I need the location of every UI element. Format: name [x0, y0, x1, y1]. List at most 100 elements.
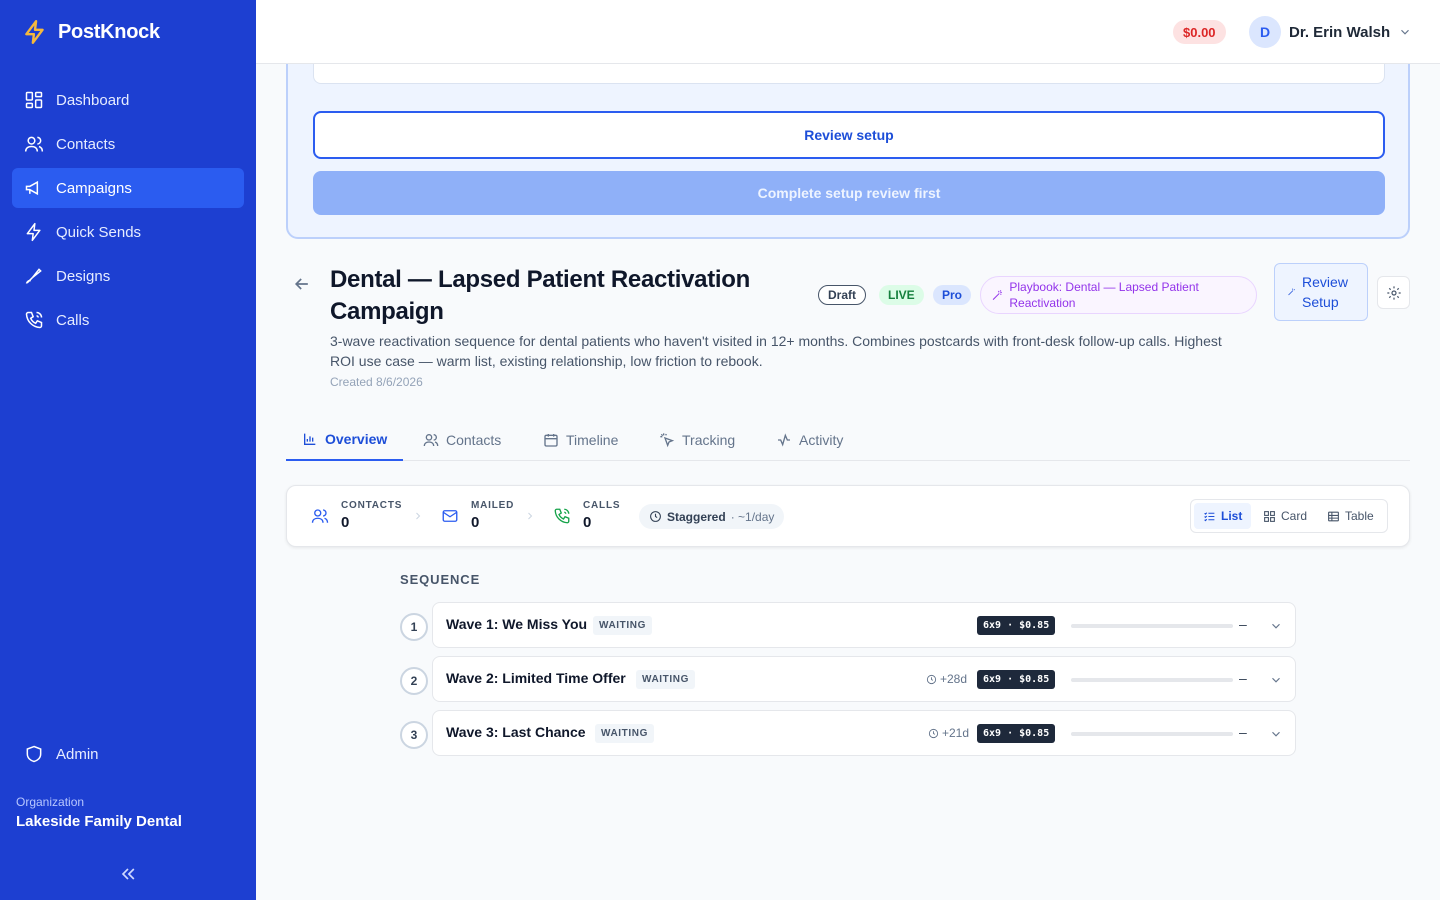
page-title: Dental — Lapsed Patient Reactivation Cam… [330, 266, 750, 325]
view-label: Table [1345, 509, 1374, 523]
campaign-description: 3-wave reactivation sequence for dental … [330, 333, 1222, 369]
settings-button[interactable] [1377, 276, 1410, 309]
collapse-sidebar-icon[interactable] [118, 864, 138, 884]
wave-status-badge: WAITING [595, 724, 654, 743]
pacing-badge[interactable]: Staggered · ~1/day [639, 504, 785, 529]
view-toggle: List Card Table [1190, 499, 1388, 533]
view-label: Card [1281, 509, 1308, 523]
sidebar-item-label: Dashboard [56, 91, 130, 109]
wave-number: 1 [400, 613, 428, 641]
stats-bar: CONTACTS 0 MAILED 0 CALLS 0 Staggered · … [286, 485, 1410, 547]
setup-review-panel: Review setup Complete setup review first [286, 64, 1410, 239]
view-card-button[interactable]: Card [1254, 503, 1316, 529]
wave-progress-bar [1071, 624, 1233, 628]
phone-icon [554, 508, 570, 523]
wave-title: Wave 2: Limited Time Offer [446, 670, 626, 686]
chevron-down-icon [1401, 29, 1410, 35]
status-badge-live: LIVE [879, 285, 924, 305]
review-setup-label: Review Setup [1302, 274, 1348, 310]
sidebar-item-admin[interactable]: Admin [12, 734, 244, 774]
stat-mailed: MAILED 0 [441, 500, 514, 531]
sidebar-item-dashboard[interactable]: Dashboard [12, 80, 244, 120]
brand-name: PostKnock [58, 20, 160, 43]
magic-wand-icon [992, 289, 1002, 300]
stat-value: 0 [341, 514, 350, 531]
clock-icon [650, 511, 661, 522]
palette-icon [25, 268, 42, 284]
sidebar-item-label: Designs [56, 267, 111, 285]
tab-label: Contacts [446, 432, 502, 448]
phone-icon [25, 311, 43, 329]
chevron-down-icon[interactable] [1269, 727, 1283, 741]
bar-chart-icon [304, 433, 316, 445]
sidebar: PostKnock Dashboard Contacts Campaigns Q… [0, 0, 256, 900]
brand-logo[interactable]: PostKnock [22, 18, 160, 46]
wave-count: – [1239, 616, 1247, 632]
launch-disabled-button[interactable]: Complete setup review first [313, 171, 1385, 215]
chevron-down-icon[interactable] [1269, 673, 1283, 687]
wave-progress-bar [1071, 732, 1233, 736]
sidebar-admin: Admin [12, 734, 244, 778]
wave-status-badge: WAITING [636, 670, 695, 689]
back-arrow-icon[interactable] [292, 274, 312, 294]
pacing-rate: · ~1/day [730, 509, 775, 524]
tab-contacts[interactable]: Contacts [407, 419, 517, 461]
postcard-size-chip: 6x9 · $0.85 [977, 670, 1056, 689]
sidebar-item-label: Calls [56, 311, 90, 329]
review-setup-header-button[interactable]: Review Setup [1274, 263, 1368, 321]
view-table-button[interactable]: Table [1318, 503, 1383, 529]
review-setup-button[interactable]: Review setup [313, 111, 1385, 159]
sidebar-item-contacts[interactable]: Contacts [12, 124, 244, 164]
tab-tracking[interactable]: Tracking [643, 419, 751, 461]
tab-overview[interactable]: Overview [286, 419, 404, 461]
stat-label: MAILED [471, 500, 515, 511]
stat-calls: CALLS 0 [553, 500, 620, 531]
grid-icon [1264, 510, 1275, 522]
users-icon [311, 508, 329, 523]
megaphone-icon [25, 180, 39, 196]
table-icon [1328, 511, 1339, 521]
user-menu[interactable]: D Dr. Erin Walsh [1249, 16, 1412, 48]
wave-progress-bar [1071, 678, 1233, 682]
setup-inner-card [313, 64, 1385, 84]
view-label: List [1221, 509, 1243, 523]
stat-value: 0 [583, 514, 592, 531]
wave-row[interactable]: Wave 3: Last Chance WAITING +21d 6x9 · $… [432, 710, 1296, 756]
wave-title: Wave 1: We Miss You [446, 616, 588, 632]
sidebar-item-label: Campaigns [56, 179, 132, 197]
organization-name: Lakeside Family Dental [16, 813, 182, 830]
tab-activity[interactable]: Activity [760, 419, 859, 461]
sidebar-item-quick-sends[interactable]: Quick Sends [12, 212, 244, 252]
tab-timeline[interactable]: Timeline [527, 419, 634, 461]
sidebar-nav: Dashboard Contacts Campaigns Quick Sends… [12, 80, 244, 344]
user-name: Dr. Erin Walsh [1289, 23, 1391, 41]
pacing-mode: Staggered [667, 509, 726, 524]
view-list-button[interactable]: List [1194, 503, 1252, 529]
wave-count: – [1239, 724, 1247, 740]
clock-icon [928, 728, 939, 738]
tab-label: Tracking [682, 432, 736, 448]
sidebar-item-designs[interactable]: Designs [12, 256, 244, 296]
gear-icon [1386, 285, 1401, 300]
chevron-right-icon [528, 512, 533, 520]
chevron-right-icon [416, 512, 421, 520]
wave-count: – [1239, 670, 1247, 686]
tab-label: Activity [799, 432, 844, 448]
clock-icon [926, 674, 937, 684]
wave-delay-text: +21d [942, 726, 970, 740]
mail-icon [442, 509, 458, 522]
lightning-logo-icon [25, 19, 44, 45]
sidebar-item-campaigns[interactable]: Campaigns [12, 168, 244, 208]
wave-delay: +21d [928, 726, 969, 740]
playbook-badge[interactable]: Playbook: Dental — Lapsed Patient Reacti… [980, 276, 1257, 314]
wave-title: Wave 3: Last Chance [446, 724, 586, 740]
wave-row[interactable]: Wave 1: We Miss You WAITING 6x9 · $0.85 … [432, 602, 1296, 648]
wave-number: 2 [400, 667, 428, 695]
chevron-down-icon[interactable] [1269, 619, 1283, 633]
sidebar-item-calls[interactable]: Calls [12, 300, 244, 340]
wave-row[interactable]: Wave 2: Limited Time Offer WAITING +28d … [432, 656, 1296, 702]
stat-label: CONTACTS [341, 500, 403, 511]
tab-label: Overview [325, 431, 388, 447]
tier-badge-pro: Pro [933, 285, 972, 305]
balance-badge[interactable]: $0.00 [1173, 20, 1226, 44]
